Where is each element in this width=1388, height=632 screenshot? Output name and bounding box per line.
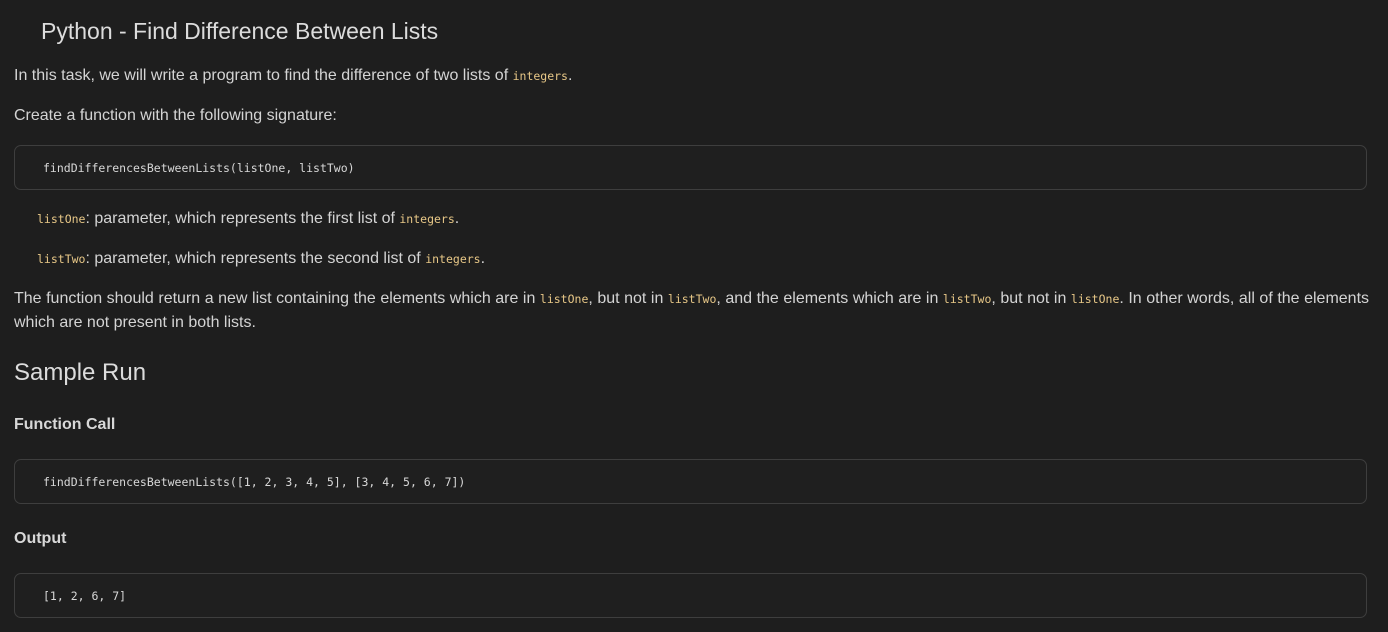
inline-code: listOne bbox=[539, 292, 589, 306]
param-description: : parameter, which represents the second… bbox=[85, 250, 426, 267]
description-paragraph: The function should return a new list co… bbox=[14, 290, 1370, 331]
function-call-code: findDifferencesBetweenLists([1, 2, 3, 4,… bbox=[43, 475, 466, 489]
function-call-heading: Function Call bbox=[14, 416, 116, 433]
inline-code: integers bbox=[512, 69, 568, 83]
inline-code: listOne bbox=[1070, 292, 1120, 306]
output-code-block: [1, 2, 6, 7] bbox=[14, 573, 1367, 618]
param-description: : parameter, which represents the first … bbox=[85, 210, 400, 227]
param-type: integers bbox=[425, 252, 481, 266]
function-call-code-block: findDifferencesBetweenLists([1, 2, 3, 4,… bbox=[14, 459, 1367, 504]
inline-code: listTwo bbox=[942, 292, 992, 306]
intro-text: In this task, we will write a program to… bbox=[14, 67, 513, 84]
param-type: integers bbox=[399, 212, 455, 226]
signature-code: findDifferencesBetweenLists(listOne, lis… bbox=[43, 161, 355, 175]
signature-label: Create a function with the following sig… bbox=[14, 107, 337, 124]
intro-paragraph: In this task, we will write a program to… bbox=[14, 67, 573, 84]
page-title: Python - Find Difference Between Lists bbox=[41, 18, 439, 44]
task-page: Python - Find Difference Between Lists I… bbox=[0, 0, 1388, 632]
param-name: listOne bbox=[37, 212, 86, 226]
sample-run-heading: Sample Run bbox=[14, 359, 147, 386]
output-code: [1, 2, 6, 7] bbox=[43, 589, 127, 603]
signature-code-block: findDifferencesBetweenLists(listOne, lis… bbox=[14, 145, 1367, 190]
param-listtwo: listTwo: parameter, which represents the… bbox=[37, 250, 486, 267]
output-heading: Output bbox=[14, 530, 67, 547]
inline-code: listTwo bbox=[667, 292, 717, 306]
param-listone: listOne: parameter, which represents the… bbox=[37, 210, 460, 227]
param-name: listTwo bbox=[37, 252, 86, 266]
